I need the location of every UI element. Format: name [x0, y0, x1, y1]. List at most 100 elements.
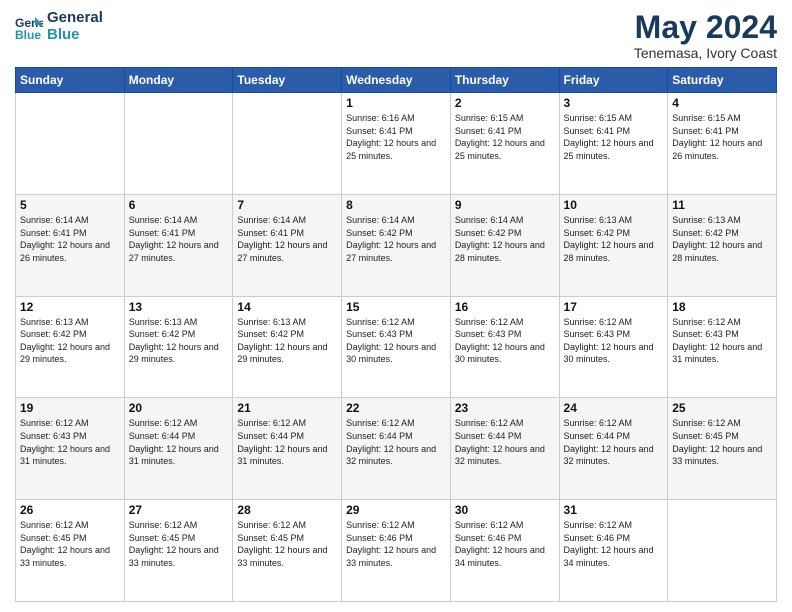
day-info: Sunrise: 6:12 AM Sunset: 6:46 PM Dayligh… [455, 519, 555, 569]
day-number: 16 [455, 300, 555, 314]
day-number: 26 [20, 503, 120, 517]
table-row: 1 Sunrise: 6:16 AM Sunset: 6:41 PM Daylig… [342, 93, 451, 195]
day-info: Sunrise: 6:12 AM Sunset: 6:44 PM Dayligh… [129, 417, 229, 467]
header: General Blue General Blue May 2024 Tenem… [15, 10, 777, 61]
table-row: 21 Sunrise: 6:12 AM Sunset: 6:44 PM Dayli… [233, 398, 342, 500]
table-row: 16 Sunrise: 6:12 AM Sunset: 6:43 PM Dayli… [450, 296, 559, 398]
day-info: Sunrise: 6:12 AM Sunset: 6:43 PM Dayligh… [20, 417, 120, 467]
day-number: 21 [237, 401, 337, 415]
table-row: 31Sunrise: 6:12 AM Sunset: 6:46 PM Dayli… [559, 500, 668, 602]
day-info: Sunrise: 6:12 AM Sunset: 6:45 PM Dayligh… [129, 519, 229, 569]
table-row: 7 Sunrise: 6:14 AM Sunset: 6:41 PM Daylig… [233, 194, 342, 296]
day-info: Sunrise: 6:12 AM Sunset: 6:46 PM Dayligh… [346, 519, 446, 569]
table-row: 8 Sunrise: 6:14 AM Sunset: 6:42 PM Daylig… [342, 194, 451, 296]
day-number: 15 [346, 300, 446, 314]
col-monday: Monday [124, 68, 233, 93]
table-row: 20 Sunrise: 6:12 AM Sunset: 6:44 PM Dayli… [124, 398, 233, 500]
table-row: 18 Sunrise: 6:12 AM Sunset: 6:43 PM Dayli… [668, 296, 777, 398]
table-row: 30Sunrise: 6:12 AM Sunset: 6:46 PM Dayli… [450, 500, 559, 602]
day-number: 18 [672, 300, 772, 314]
logo-icon: General Blue [15, 13, 43, 41]
day-number: 2 [455, 96, 555, 110]
day-info: Sunrise: 6:12 AM Sunset: 6:43 PM Dayligh… [672, 316, 772, 366]
table-row: 5 Sunrise: 6:14 AM Sunset: 6:41 PM Daylig… [16, 194, 125, 296]
header-row: Sunday Monday Tuesday Wednesday Thursday… [16, 68, 777, 93]
day-info: Sunrise: 6:14 AM Sunset: 6:42 PM Dayligh… [346, 214, 446, 264]
day-info: Sunrise: 6:14 AM Sunset: 6:42 PM Dayligh… [455, 214, 555, 264]
table-row: 9 Sunrise: 6:14 AM Sunset: 6:42 PM Daylig… [450, 194, 559, 296]
day-number: 12 [20, 300, 120, 314]
table-row: 13 Sunrise: 6:13 AM Sunset: 6:42 PM Dayli… [124, 296, 233, 398]
table-row [668, 500, 777, 602]
day-number: 9 [455, 198, 555, 212]
day-info: Sunrise: 6:13 AM Sunset: 6:42 PM Dayligh… [672, 214, 772, 264]
day-number: 20 [129, 401, 229, 415]
day-info: Sunrise: 6:12 AM Sunset: 6:43 PM Dayligh… [564, 316, 664, 366]
table-row: 2 Sunrise: 6:15 AM Sunset: 6:41 PM Daylig… [450, 93, 559, 195]
day-info: Sunrise: 6:13 AM Sunset: 6:42 PM Dayligh… [564, 214, 664, 264]
table-row: 26 Sunrise: 6:12 AM Sunset: 6:45 PM Dayli… [16, 500, 125, 602]
day-info: Sunrise: 6:15 AM Sunset: 6:41 PM Dayligh… [564, 112, 664, 162]
day-number: 22 [346, 401, 446, 415]
day-info: Sunrise: 6:15 AM Sunset: 6:41 PM Dayligh… [455, 112, 555, 162]
logo: General Blue General Blue [15, 10, 103, 43]
day-number: 1 [346, 96, 446, 110]
day-info: Sunrise: 6:12 AM Sunset: 6:45 PM Dayligh… [237, 519, 337, 569]
table-row: 15 Sunrise: 6:12 AM Sunset: 6:43 PM Dayli… [342, 296, 451, 398]
day-number: 11 [672, 198, 772, 212]
day-number: 23 [455, 401, 555, 415]
col-saturday: Saturday [668, 68, 777, 93]
day-info: Sunrise: 6:12 AM Sunset: 6:45 PM Dayligh… [20, 519, 120, 569]
table-row: 3 Sunrise: 6:15 AM Sunset: 6:41 PM Daylig… [559, 93, 668, 195]
logo-text: General Blue [47, 10, 103, 43]
day-info: Sunrise: 6:12 AM Sunset: 6:44 PM Dayligh… [564, 417, 664, 467]
calendar-page: General Blue General Blue May 2024 Tenem… [0, 0, 792, 612]
day-number: 3 [564, 96, 664, 110]
table-row [16, 93, 125, 195]
day-info: Sunrise: 6:14 AM Sunset: 6:41 PM Dayligh… [20, 214, 120, 264]
table-row: 25 Sunrise: 6:12 AM Sunset: 6:45 PM Dayli… [668, 398, 777, 500]
day-number: 6 [129, 198, 229, 212]
month-year: May 2024 [634, 10, 777, 45]
table-row [124, 93, 233, 195]
day-info: Sunrise: 6:14 AM Sunset: 6:41 PM Dayligh… [129, 214, 229, 264]
table-row: 24 Sunrise: 6:12 AM Sunset: 6:44 PM Dayli… [559, 398, 668, 500]
col-tuesday: Tuesday [233, 68, 342, 93]
day-info: Sunrise: 6:13 AM Sunset: 6:42 PM Dayligh… [237, 316, 337, 366]
day-number: 28 [237, 503, 337, 517]
day-number: 25 [672, 401, 772, 415]
col-thursday: Thursday [450, 68, 559, 93]
calendar-table: Sunday Monday Tuesday Wednesday Thursday… [15, 67, 777, 602]
day-number: 8 [346, 198, 446, 212]
day-info: Sunrise: 6:12 AM Sunset: 6:44 PM Dayligh… [346, 417, 446, 467]
table-row: 22 Sunrise: 6:12 AM Sunset: 6:44 PM Dayli… [342, 398, 451, 500]
day-info: Sunrise: 6:13 AM Sunset: 6:42 PM Dayligh… [129, 316, 229, 366]
day-number: 7 [237, 198, 337, 212]
day-number: 24 [564, 401, 664, 415]
day-info: Sunrise: 6:12 AM Sunset: 6:45 PM Dayligh… [672, 417, 772, 467]
table-row: 17 Sunrise: 6:12 AM Sunset: 6:43 PM Dayli… [559, 296, 668, 398]
day-info: Sunrise: 6:14 AM Sunset: 6:41 PM Dayligh… [237, 214, 337, 264]
table-row: 12Sunrise: 6:13 AM Sunset: 6:42 PM Dayli… [16, 296, 125, 398]
table-row: 6 Sunrise: 6:14 AM Sunset: 6:41 PM Daylig… [124, 194, 233, 296]
location: Tenemasa, Ivory Coast [634, 45, 777, 61]
table-row: 4Sunrise: 6:15 AM Sunset: 6:41 PM Daylig… [668, 93, 777, 195]
day-number: 4 [672, 96, 772, 110]
day-number: 29 [346, 503, 446, 517]
day-number: 27 [129, 503, 229, 517]
table-row: 10Sunrise: 6:13 AM Sunset: 6:42 PM Dayli… [559, 194, 668, 296]
svg-text:Blue: Blue [15, 28, 41, 41]
day-info: Sunrise: 6:12 AM Sunset: 6:44 PM Dayligh… [237, 417, 337, 467]
day-number: 17 [564, 300, 664, 314]
title-block: May 2024 Tenemasa, Ivory Coast [634, 10, 777, 61]
day-info: Sunrise: 6:12 AM Sunset: 6:43 PM Dayligh… [346, 316, 446, 366]
table-row: 19Sunrise: 6:12 AM Sunset: 6:43 PM Dayli… [16, 398, 125, 500]
day-info: Sunrise: 6:12 AM Sunset: 6:43 PM Dayligh… [455, 316, 555, 366]
day-number: 13 [129, 300, 229, 314]
day-info: Sunrise: 6:16 AM Sunset: 6:41 PM Dayligh… [346, 112, 446, 162]
table-row: 11 Sunrise: 6:13 AM Sunset: 6:42 PM Dayli… [668, 194, 777, 296]
day-number: 5 [20, 198, 120, 212]
col-wednesday: Wednesday [342, 68, 451, 93]
col-friday: Friday [559, 68, 668, 93]
col-sunday: Sunday [16, 68, 125, 93]
